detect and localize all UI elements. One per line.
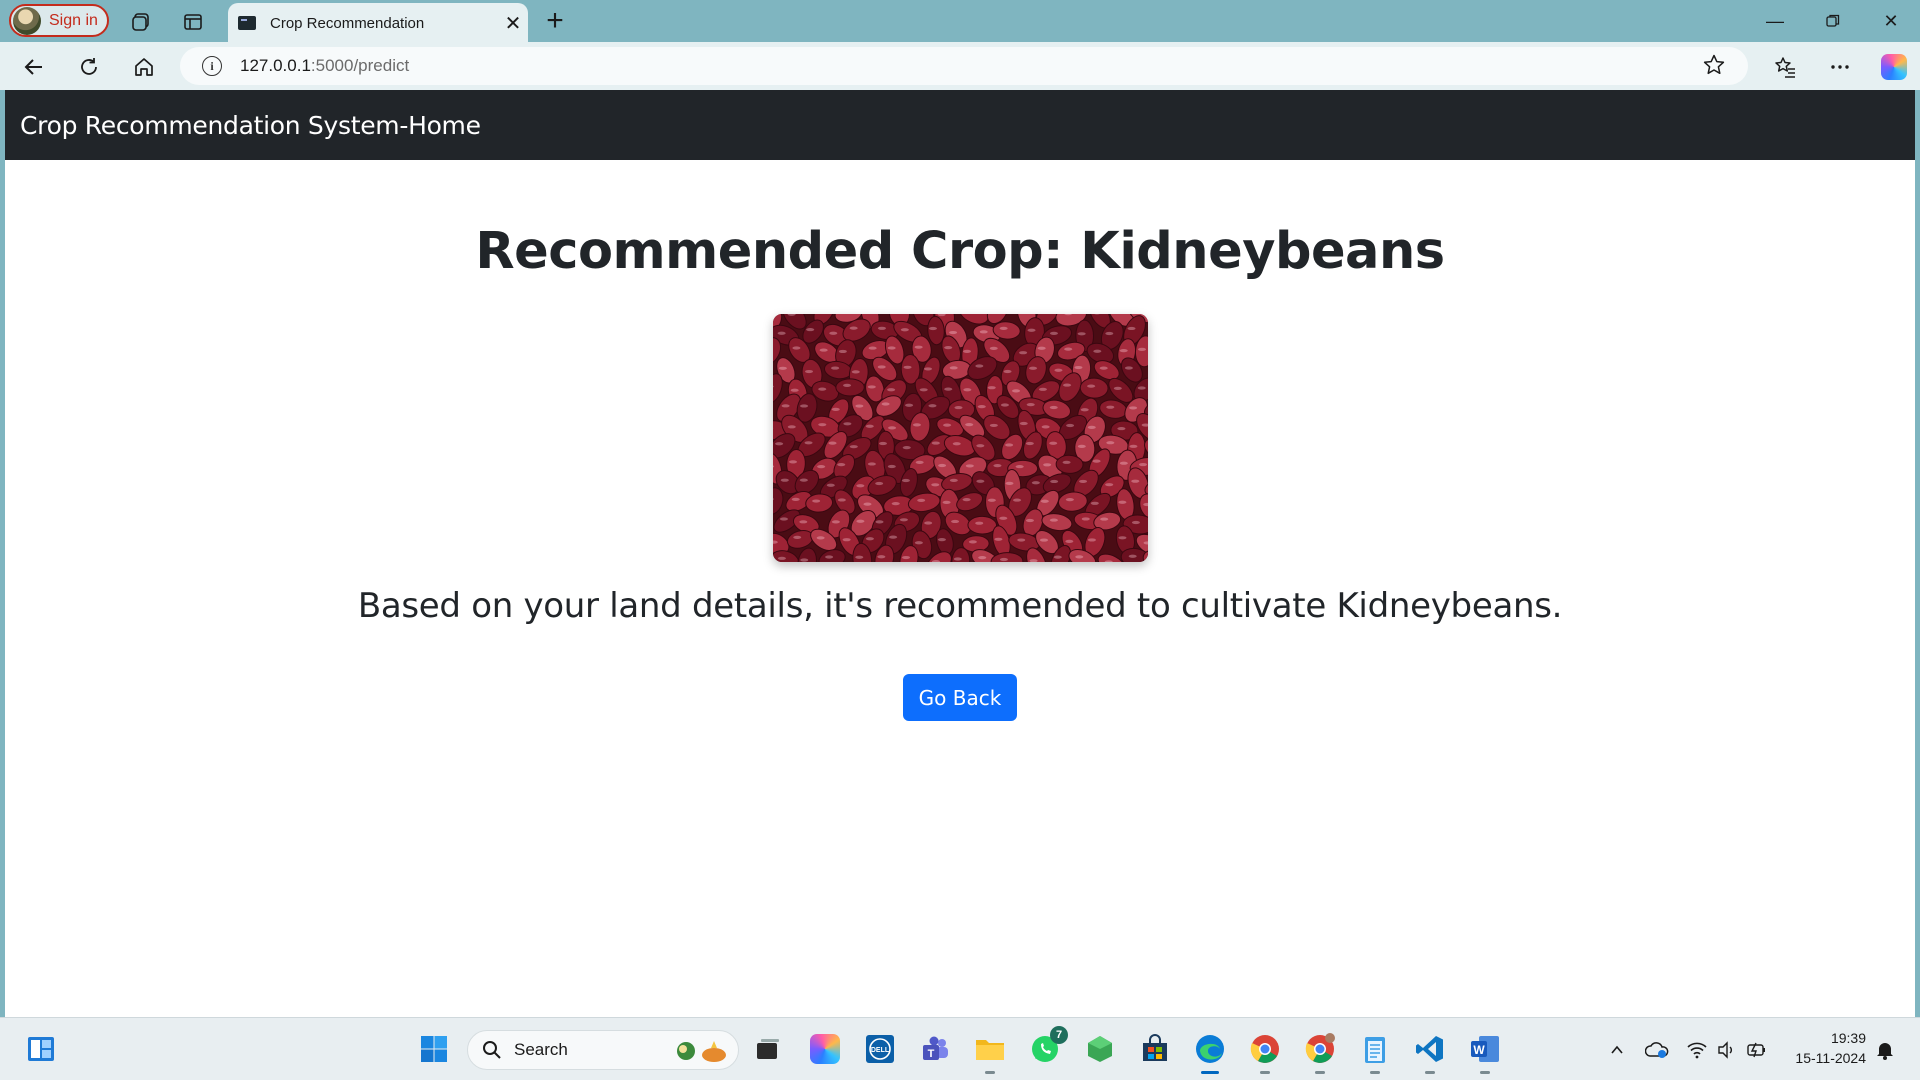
avatar [13, 6, 41, 35]
workspaces-icon[interactable] [126, 7, 156, 37]
volume-icon[interactable] [1715, 1038, 1739, 1062]
tab-crop-recommendation[interactable]: Crop Recommendation ✕ [228, 3, 528, 43]
vscode-icon[interactable] [1413, 1032, 1447, 1074]
chrome-icon[interactable] [1248, 1032, 1282, 1074]
profile-signin-button[interactable]: Sign in [9, 4, 109, 37]
dell-icon[interactable]: DELL [863, 1032, 897, 1066]
minimize-icon[interactable]: — [1752, 6, 1798, 36]
taskbar-search-box[interactable]: Search [467, 1030, 739, 1070]
favorite-star-icon[interactable] [1702, 53, 1726, 82]
clock[interactable]: 19:39 15-11-2024 [1795, 1028, 1866, 1068]
svg-text:W: W [1473, 1043, 1485, 1057]
taskbar: Search DELL T 7 W 19:39 15-11-2024 [0, 1017, 1920, 1080]
notification-bell-icon[interactable] [1873, 1038, 1897, 1062]
search-label: Search [514, 1040, 568, 1059]
terminal-favicon-icon [238, 16, 256, 30]
result-container: Recommended Crop: Kidneybeans Based on y… [5, 222, 1915, 721]
recommendation-message: Based on your land details, it's recomme… [357, 586, 1563, 626]
notepad-icon[interactable] [1358, 1032, 1392, 1074]
search-highlight-icon [677, 1041, 726, 1062]
vertical-tabs-icon[interactable] [178, 7, 208, 37]
file-explorer-icon[interactable] [973, 1032, 1007, 1074]
restore-icon[interactable] [1810, 6, 1856, 36]
wifi-icon[interactable] [1685, 1038, 1709, 1062]
home-icon[interactable] [128, 51, 160, 83]
svg-text:DELL: DELL [871, 1047, 890, 1054]
browser-toolbar: i 127.0.0.1:5000/predict [0, 42, 1920, 90]
go-back-button[interactable]: Go Back [902, 674, 1018, 721]
search-icon [483, 1041, 501, 1059]
url-text: 127.0.0.1:5000/predict [240, 56, 410, 75]
teams-icon[interactable]: T [918, 1032, 952, 1066]
site-info-icon[interactable]: i [202, 56, 222, 76]
whatsapp-icon[interactable]: 7 [1028, 1026, 1068, 1066]
address-bar[interactable]: i 127.0.0.1:5000/predict [180, 47, 1748, 85]
store-icon[interactable] [1138, 1032, 1172, 1066]
chevron-up-icon[interactable] [1605, 1038, 1629, 1062]
back-arrow-icon[interactable] [18, 51, 50, 83]
navbar-brand-link[interactable]: Crop Recommendation System-Home [20, 111, 481, 140]
clock-time: 19:39 [1830, 1030, 1866, 1046]
copilot-taskbar-icon[interactable] [808, 1032, 842, 1066]
svg-text:T: T [928, 1048, 935, 1060]
new-tab-plus-icon[interactable]: + [540, 4, 570, 38]
battery-charging-icon[interactable] [1745, 1038, 1769, 1062]
browser-tab-strip: Sign in Crop Recommendation ✕ + — ✕ [0, 0, 1920, 43]
onedrive-icon[interactable] [1645, 1038, 1669, 1062]
windows-start-icon[interactable] [417, 1032, 451, 1066]
word-icon[interactable]: W [1468, 1032, 1502, 1074]
clock-date: 15-11-2024 [1795, 1050, 1866, 1066]
navbar: Crop Recommendation System-Home [5, 90, 1915, 160]
signin-label: Sign in [49, 11, 98, 29]
more-options-icon[interactable] [1824, 51, 1856, 83]
favorites-icon[interactable] [1769, 51, 1801, 83]
page-viewport: Crop Recommendation System-Home Recommen… [5, 90, 1915, 1017]
page-title: Recommended Crop: Kidneybeans [475, 222, 1445, 281]
chrome-profile-icon[interactable] [1303, 1032, 1337, 1074]
tab-title: Crop Recommendation [270, 14, 425, 32]
crop-image [772, 314, 1148, 562]
whatsapp-badge: 7 [1050, 1026, 1068, 1044]
task-view-icon[interactable] [751, 1032, 785, 1066]
widgets-icon[interactable] [24, 1032, 58, 1066]
cube-app-icon[interactable] [1083, 1032, 1117, 1066]
close-tab-icon[interactable]: ✕ [498, 11, 528, 36]
close-window-icon[interactable]: ✕ [1868, 6, 1914, 36]
copilot-icon[interactable] [1878, 51, 1910, 83]
refresh-icon[interactable] [73, 51, 105, 83]
edge-icon[interactable] [1193, 1032, 1227, 1074]
